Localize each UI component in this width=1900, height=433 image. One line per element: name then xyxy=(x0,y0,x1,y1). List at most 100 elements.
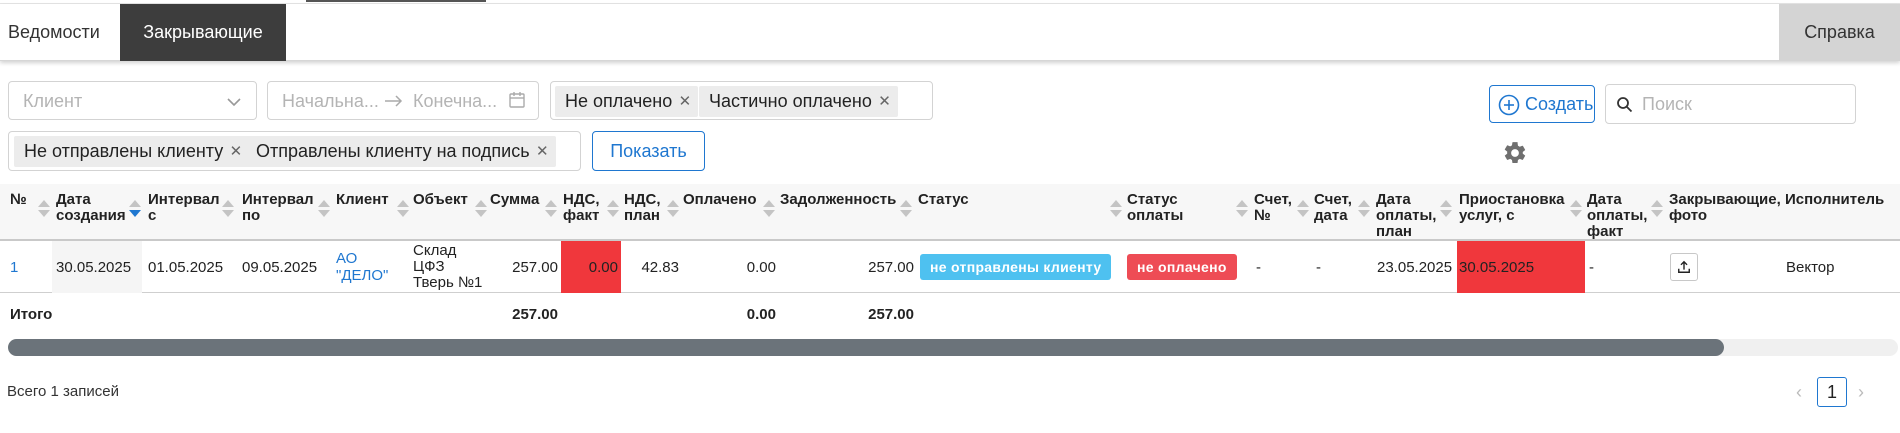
pagination-page[interactable]: 1 xyxy=(1817,377,1847,407)
cell-closing-photo xyxy=(1670,241,1698,293)
col-interval-from[interactable]: Интервал с xyxy=(148,192,220,224)
sort-icon[interactable] xyxy=(545,200,557,220)
sort-icon[interactable] xyxy=(1570,200,1582,220)
col-vat-fact[interactable]: НДС, факт xyxy=(563,192,600,224)
col-invoice-num[interactable]: Счет, № xyxy=(1254,192,1292,224)
col-num: № xyxy=(10,191,27,208)
tag-not-paid-label: Не оплачено xyxy=(565,91,673,111)
cell-invoice-num: - xyxy=(1256,258,1261,276)
cell-debt: 257.00 xyxy=(868,258,914,276)
cell-vat-plan: 42.83 xyxy=(641,258,679,276)
sort-icon[interactable] xyxy=(667,200,679,220)
cell-invoice-date: - xyxy=(1316,258,1321,276)
chevron-down-icon xyxy=(227,98,241,107)
col-vat-plan[interactable]: НДС, план xyxy=(624,192,661,224)
col-object[interactable]: Объект xyxy=(413,192,468,208)
payment-status-select[interactable]: Не оплачено ✕ Частично оплачено ✕ xyxy=(550,81,933,120)
sort-icon[interactable] xyxy=(900,200,912,220)
tag-not-paid: Не оплачено ✕ xyxy=(555,86,699,117)
sort-icon[interactable] xyxy=(1297,200,1309,220)
calendar-icon xyxy=(509,92,525,108)
col-invoice-date[interactable]: Счет, дата xyxy=(1314,192,1352,224)
top-line-segment xyxy=(306,0,486,2)
cell-client-link[interactable]: АО "ДЕЛО" xyxy=(336,241,388,293)
table-header: № Дата создания Интервал с Интервал по Клие… xyxy=(0,184,1900,241)
sort-icon[interactable] xyxy=(222,200,234,220)
tag-not-sent: Не отправлены клиенту ✕ xyxy=(14,136,250,167)
col-interval-to[interactable]: Интервал по xyxy=(242,192,314,224)
total-records: Всего 1 записей xyxy=(7,383,119,400)
show-button[interactable]: Показать xyxy=(592,131,705,171)
date-end-input[interactable]: Конечна... xyxy=(413,91,497,112)
upload-button[interactable] xyxy=(1670,253,1698,281)
close-icon[interactable]: ✕ xyxy=(536,136,549,167)
tag-sent-for-signature-label: Отправлены клиенту на подпись xyxy=(256,141,530,161)
sort-icon[interactable] xyxy=(318,200,330,220)
totals-label: Итого xyxy=(10,305,53,323)
tab-vedomosti[interactable]: Ведомости xyxy=(0,4,120,61)
sort-icon[interactable] xyxy=(607,200,619,220)
sort-icon[interactable] xyxy=(38,200,50,220)
sort-icon[interactable] xyxy=(1236,200,1248,220)
upload-icon xyxy=(1678,260,1690,273)
tag-sent-for-signature: Отправлены клиенту на подпись ✕ xyxy=(246,136,556,167)
col-suspend[interactable]: Приостановка услуг, с xyxy=(1459,192,1564,224)
cell-pay-fact: - xyxy=(1589,258,1594,276)
chevron-right-icon[interactable]: › xyxy=(1858,382,1864,403)
sort-icon[interactable] xyxy=(1358,200,1370,220)
close-icon[interactable]: ✕ xyxy=(230,136,243,167)
search-icon xyxy=(1617,97,1633,113)
client-select-placeholder: Клиент xyxy=(23,91,83,111)
pay-status-badge: не оплачено xyxy=(1127,254,1237,280)
sort-icon[interactable] xyxy=(763,200,775,220)
cell-paid: 0.00 xyxy=(746,258,776,276)
tag-partially-paid-label: Частично оплачено xyxy=(709,91,872,111)
client-select[interactable]: Клиент xyxy=(8,81,257,120)
col-executor: Исполнитель xyxy=(1785,191,1885,208)
col-status[interactable]: Статус xyxy=(918,192,969,208)
sort-icon[interactable] xyxy=(1651,200,1663,220)
sort-icon[interactable] xyxy=(397,200,409,220)
table-row[interactable]: 1 30.05.2025 01.05.2025 09.05.2025 АО "ДЕ… xyxy=(0,241,1900,293)
col-pay-plan[interactable]: Дата оплаты, план xyxy=(1376,192,1436,240)
totals-row: Итого 257.00 0.00 257.00 xyxy=(0,294,1900,334)
date-start-input[interactable]: Начальна... xyxy=(282,91,379,112)
sort-icon[interactable] xyxy=(475,200,487,220)
col-pay-status[interactable]: Статус оплаты xyxy=(1127,192,1183,224)
help-button[interactable]: Справка xyxy=(1779,4,1900,61)
arrow-right-icon xyxy=(385,95,403,107)
col-closing-photo: Закрывающие, фото xyxy=(1669,191,1781,224)
col-sum[interactable]: Сумма xyxy=(490,192,539,208)
close-icon[interactable]: ✕ xyxy=(878,86,891,117)
date-range-picker[interactable]: Начальна... Конечна... xyxy=(267,81,539,120)
close-icon[interactable]: ✕ xyxy=(679,86,692,117)
search-box[interactable]: Поиск xyxy=(1605,84,1856,124)
gear-icon[interactable] xyxy=(1502,140,1528,166)
col-client[interactable]: Клиент xyxy=(336,192,389,208)
cell-object: Склад ЦФЗ Тверь №1 xyxy=(413,242,483,291)
sort-icon[interactable] xyxy=(1110,200,1122,220)
create-button[interactable]: Создать xyxy=(1489,85,1595,123)
col-debt[interactable]: Задолженность xyxy=(780,192,896,208)
cell-executor: Вектор xyxy=(1786,258,1835,276)
plus-circle-icon xyxy=(1498,94,1520,116)
search-input[interactable]: Поиск xyxy=(1642,94,1692,115)
col-pay-fact[interactable]: Дата оплаты, факт xyxy=(1587,192,1647,240)
chevron-left-icon[interactable]: ‹ xyxy=(1796,382,1802,403)
cell-suspend: 30.05.2025 xyxy=(1457,241,1585,293)
send-status-select[interactable]: Не отправлены клиенту ✕ Отправлены клиен… xyxy=(8,131,581,171)
sort-icon[interactable] xyxy=(129,200,141,220)
scrollbar-thumb[interactable] xyxy=(8,339,1724,356)
cell-interval-to: 09.05.2025 xyxy=(242,258,318,276)
totals-sum: 257.00 xyxy=(512,305,558,323)
horizontal-scrollbar[interactable] xyxy=(8,339,1898,356)
col-paid[interactable]: Оплачено xyxy=(683,192,757,208)
tab-zakryvayushchie[interactable]: Закрывающие xyxy=(120,4,286,61)
col-created[interactable]: Дата создания xyxy=(56,192,126,224)
row-num-link[interactable]: 1 xyxy=(10,241,18,293)
totals-debt: 257.00 xyxy=(868,305,914,323)
cell-sum: 257.00 xyxy=(512,258,558,276)
app-header: Ведомости Закрывающие Справка xyxy=(0,4,1900,61)
cell-pay-status: не оплачено xyxy=(1127,241,1237,293)
sort-icon[interactable] xyxy=(1440,200,1452,220)
